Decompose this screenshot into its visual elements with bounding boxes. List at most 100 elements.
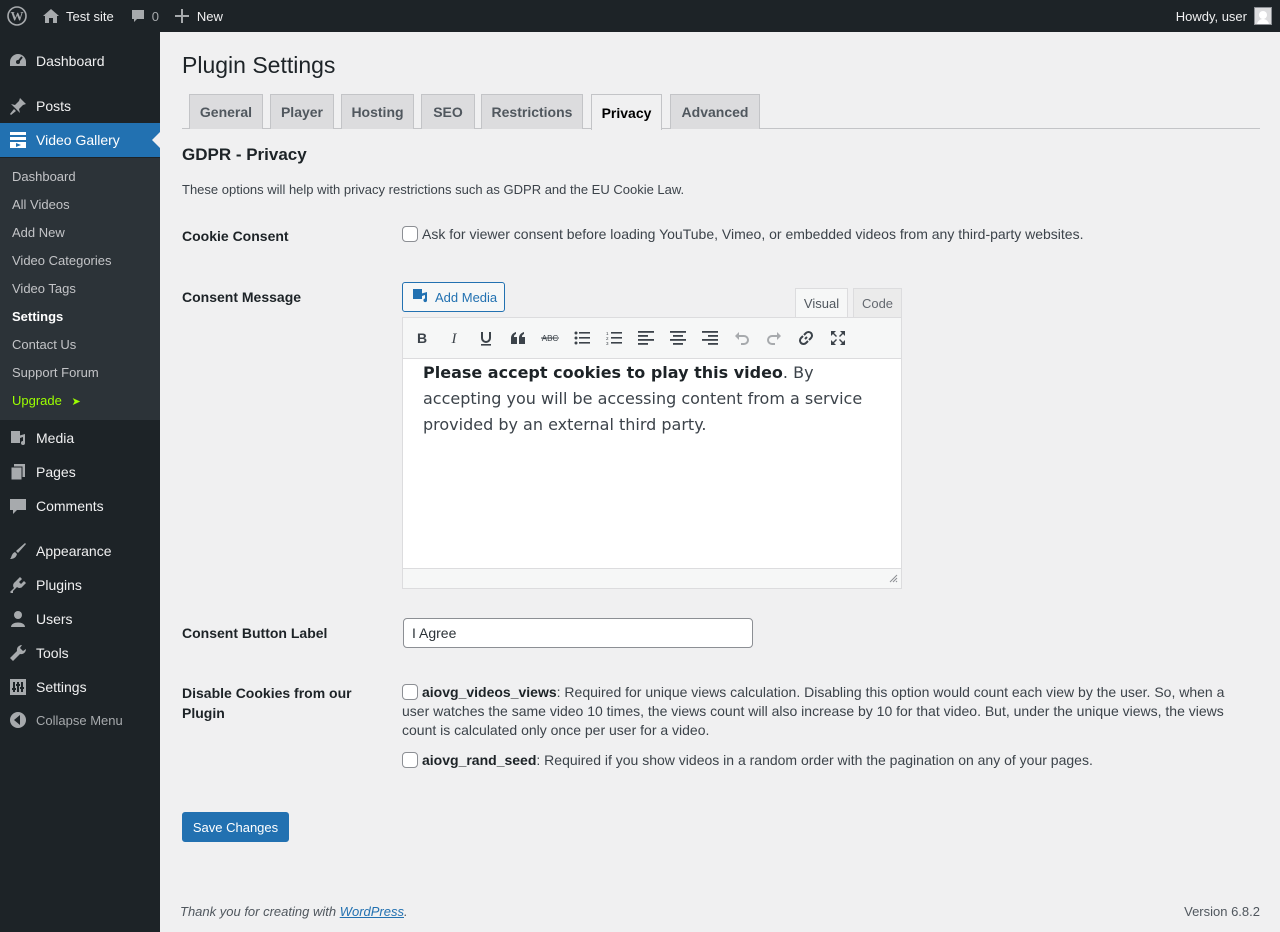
bold-icon[interactable]: B [407,323,437,353]
consent-message-editor[interactable]: B I ABC 123 Please accept cookies to pla… [402,317,902,589]
option-name: aiovg_rand_seed [422,752,537,768]
tab-general[interactable]: General [189,94,263,129]
collapse-label: Collapse Menu [36,712,123,728]
menu-label: Video Gallery [36,132,120,148]
menu-video-gallery[interactable]: Video Gallery [0,123,160,157]
menu-label: Tools [36,645,69,661]
comment-icon [0,496,36,516]
fullscreen-icon[interactable] [823,323,853,353]
redo-icon[interactable] [759,323,789,353]
editor-tab-code[interactable]: Code [853,288,902,318]
avatar [1254,7,1272,25]
pin-icon [0,96,36,116]
add-media-label: Add Media [435,289,498,305]
svg-text:W: W [11,9,24,24]
align-left-icon[interactable] [631,323,661,353]
menu-label: Comments [36,498,104,514]
tab-seo[interactable]: SEO [421,94,475,129]
editor-bold-text: Please accept cookies to play this video [423,363,783,382]
menu-label: Plugins [36,577,82,593]
submenu-support-forum[interactable]: Support Forum [12,365,99,380]
consent-message-label: Consent Message [182,289,302,305]
howdy-text: Howdy, user [1175,8,1247,24]
save-changes-button[interactable]: Save Changes [182,812,289,842]
add-media-button[interactable]: Add Media [402,282,505,312]
submenu-dashboard[interactable]: Dashboard [12,169,76,184]
media-icon [0,428,36,448]
submenu-all-videos[interactable]: All Videos [12,197,70,212]
settings-tabs: General Player Hosting SEO Restrictions … [182,94,1260,130]
plug-icon [0,575,36,595]
consent-button-input[interactable] [403,618,753,648]
link-icon[interactable] [791,323,821,353]
tab-privacy[interactable]: Privacy [591,94,662,130]
wordpress-logo-icon[interactable]: W [0,0,34,32]
submenu-add-new[interactable]: Add New [12,225,65,240]
media-icon [412,288,435,306]
blockquote-icon[interactable] [503,323,533,353]
new-label: New [196,8,223,24]
editor-toolbar: B I ABC 123 [403,318,901,359]
upgrade-label: Upgrade [12,393,62,408]
cookie-consent-checkbox[interactable] [402,226,418,242]
resize-handle-icon[interactable] [888,571,898,586]
menu-posts[interactable]: Posts [0,89,160,123]
tab-restrictions[interactable]: Restrictions [481,94,583,129]
submenu-upgrade[interactable]: Upgrade ➤ [12,393,81,408]
menu-label: Users [36,611,73,627]
menu-pages[interactable]: Pages [0,455,160,489]
admin-bar: W Test site 0 New Howdy, user [0,0,1280,32]
align-center-icon[interactable] [663,323,693,353]
undo-icon[interactable] [727,323,757,353]
underline-icon[interactable] [471,323,501,353]
collapse-arrow-icon [0,711,36,729]
menu-settings[interactable]: Settings [0,670,160,704]
menu-label: Appearance [36,543,112,559]
comments-link[interactable]: 0 [122,0,167,32]
my-account-link[interactable]: Howdy, user [1168,0,1280,32]
strikethrough-icon[interactable]: ABC [535,323,565,353]
svg-text:B: B [417,331,427,345]
comments-count: 0 [151,8,159,24]
site-name-link[interactable]: Test site [34,0,122,32]
menu-label: Dashboard [36,53,105,69]
video-gallery-submenu: Dashboard All Videos Add New Video Categ… [0,158,160,420]
tab-hosting[interactable]: Hosting [341,94,414,129]
new-content-link[interactable]: New [167,0,231,32]
menu-tools[interactable]: Tools [0,636,160,670]
settings-sliders-icon [0,677,36,697]
submenu-video-categories[interactable]: Video Categories [12,253,112,268]
submenu-contact-us[interactable]: Contact Us [12,337,76,352]
menu-comments[interactable]: Comments [0,489,160,523]
submenu-video-tags[interactable]: Video Tags [12,281,76,296]
menu-users[interactable]: Users [0,602,160,636]
home-icon [42,8,60,24]
bullet-list-icon[interactable] [567,323,597,353]
footer-thanks-prefix: Thank you for creating with [180,904,340,919]
editor-status-bar [403,568,901,588]
collapse-menu-button[interactable]: Collapse Menu [0,703,160,737]
menu-appearance[interactable]: Appearance [0,534,160,568]
editor-tab-visual[interactable]: Visual [795,288,848,318]
footer-version: Version 6.8.2 [1184,904,1260,919]
consent-button-label: Consent Button Label [182,625,328,641]
menu-media[interactable]: Media [0,421,160,455]
editor-content[interactable]: Please accept cookies to play this video… [423,360,883,438]
tab-advanced[interactable]: Advanced [670,94,760,129]
user-icon [0,609,36,629]
menu-plugins[interactable]: Plugins [0,568,160,602]
section-title: GDPR - Privacy [182,145,307,164]
site-name: Test site [66,8,114,24]
menu-dashboard[interactable]: Dashboard [0,44,160,78]
italic-icon[interactable]: I [439,323,469,353]
numbered-list-icon[interactable]: 123 [599,323,629,353]
option-description: : Required if you show videos in a rando… [536,752,1093,768]
aiovg-rand-seed-checkbox[interactable] [402,752,418,768]
cookie-consent-label: Cookie Consent [182,228,289,244]
wordpress-link[interactable]: WordPress [340,904,404,919]
section-description: These options will help with privacy res… [182,182,685,197]
tab-player[interactable]: Player [270,94,334,129]
footer-thanks-suffix: . [404,904,408,919]
submenu-settings[interactable]: Settings [12,309,63,324]
align-right-icon[interactable] [695,323,725,353]
